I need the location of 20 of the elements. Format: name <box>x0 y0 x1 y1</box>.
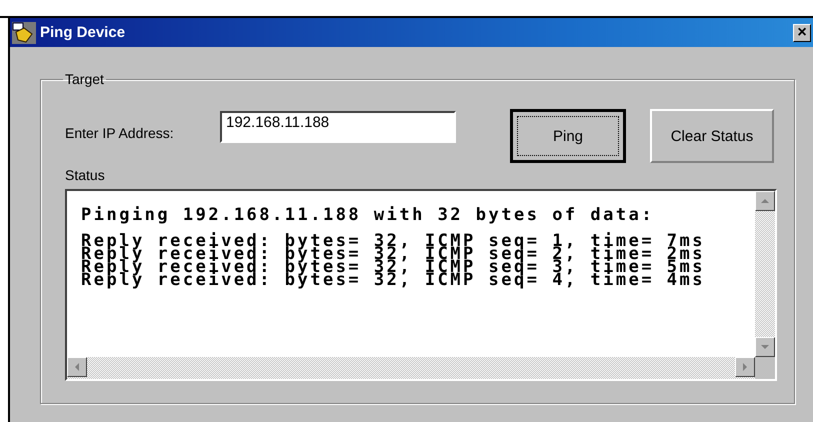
output-line: Reply received: bytes= 32, ICMP seq= 2, time= 2ms <box>81 248 706 261</box>
scroll-up-icon[interactable] <box>755 191 775 211</box>
clear-status-button[interactable]: Clear Status <box>650 109 774 163</box>
ping-button[interactable]: Ping <box>510 109 626 163</box>
status-label: Status <box>65 167 106 183</box>
scroll-down-icon[interactable] <box>755 337 775 357</box>
app-icon <box>12 22 36 44</box>
window-title: Ping Device <box>40 24 126 41</box>
scroll-left-icon[interactable] <box>67 357 87 377</box>
group-label: Target <box>64 71 105 87</box>
status-output[interactable] <box>65 189 777 381</box>
ip-input[interactable]: 192.168.11.188 <box>220 111 456 143</box>
scrollbar-corner <box>755 357 775 379</box>
vertical-scrollbar[interactable] <box>755 191 775 357</box>
scroll-right-icon[interactable] <box>735 357 755 377</box>
close-button[interactable]: × <box>793 24 811 42</box>
ip-label: Enter IP Address: <box>65 125 175 141</box>
output-line: Reply received: bytes= 32, ICMP seq= 3, time= 5ms <box>81 261 706 274</box>
horizontal-scrollbar[interactable] <box>67 357 755 379</box>
output-line: Reply received: bytes= 32, ICMP seq= 4, time= 4ms <box>81 274 706 287</box>
